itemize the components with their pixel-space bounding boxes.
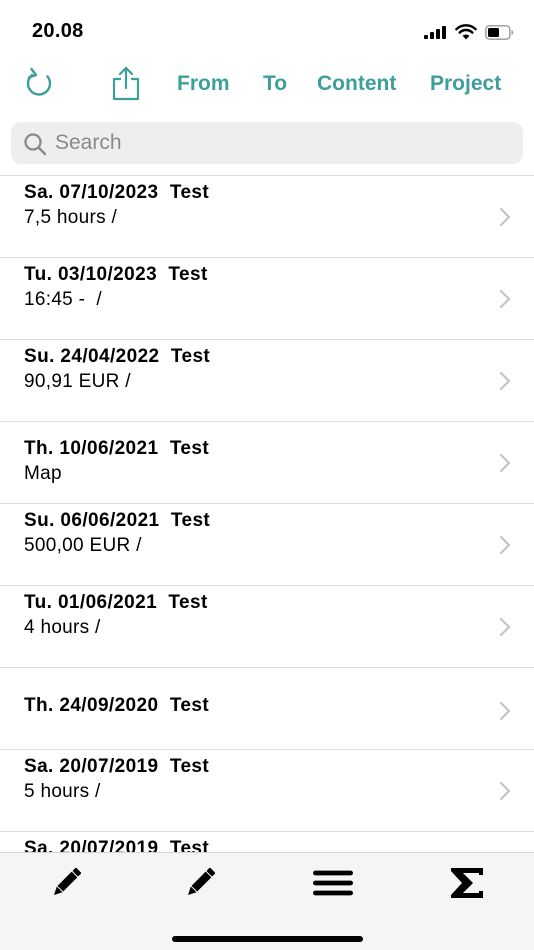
list-item[interactable]: Su. 24/04/2022 Test 90,91 EUR /	[0, 340, 534, 422]
sigma-icon[interactable]	[447, 865, 487, 901]
chevron-right-icon	[499, 371, 511, 391]
entry-title: Th. 24/09/2020 Test	[24, 695, 210, 716]
status-time: 20.08	[32, 20, 84, 42]
home-indicator	[172, 936, 363, 942]
entry-subtitle: 7,5 hours /	[24, 207, 118, 228]
entry-list: Sa. 07/10/2023 Test 7,5 hours / Tu. 03/1…	[0, 175, 534, 852]
chevron-right-icon	[499, 617, 511, 637]
refresh-icon[interactable]	[22, 64, 56, 102]
bottom-toolbar	[0, 852, 534, 950]
entry-subtitle: 90,91 EUR /	[24, 371, 131, 392]
entry-subtitle: 4 hours /	[24, 617, 101, 638]
project-button[interactable]: Project	[430, 72, 501, 96]
search-bar[interactable]	[11, 122, 523, 164]
chevron-right-icon	[499, 701, 511, 721]
entry-subtitle: 500,00 EUR /	[24, 535, 142, 556]
list-item[interactable]: Su. 06/06/2021 Test 500,00 EUR /	[0, 504, 534, 586]
chevron-right-icon	[499, 535, 511, 555]
entry-subtitle: 16:45 - /	[24, 289, 102, 310]
entry-subtitle: Map	[24, 463, 62, 484]
list-item[interactable]: Th. 10/06/2021 Test Map	[0, 422, 534, 504]
cellular-signal-icon	[424, 26, 448, 39]
search-icon	[24, 133, 47, 156]
chevron-right-icon	[499, 289, 511, 309]
status-bar: 20.08	[0, 0, 534, 60]
entry-title: Sa. 07/10/2023 Test	[24, 182, 210, 203]
search-input[interactable]	[55, 122, 515, 164]
content-button[interactable]: Content	[317, 72, 396, 96]
pencil-icon[interactable]	[180, 865, 220, 901]
list-item[interactable]: Tu. 01/06/2021 Test 4 hours /	[0, 586, 534, 668]
wifi-icon	[455, 24, 477, 40]
to-button[interactable]: To	[263, 72, 287, 96]
chevron-right-icon	[499, 453, 511, 473]
entry-title: Su. 06/06/2021 Test	[24, 510, 211, 531]
list-item[interactable]: Tu. 03/10/2023 Test 16:45 - /	[0, 258, 534, 340]
menu-icon[interactable]	[313, 865, 353, 901]
entry-title: Su. 24/04/2022 Test	[24, 346, 211, 367]
list-item[interactable]: Th. 24/09/2020 Test	[0, 668, 534, 750]
entry-subtitle: 5 hours /	[24, 781, 101, 802]
entry-title: Sa. 20/07/2019 Test	[24, 756, 210, 777]
list-item[interactable]: Sa. 07/10/2023 Test 7,5 hours /	[0, 176, 534, 258]
toolbar: From To Content Project	[0, 64, 534, 106]
list-item[interactable]: Sa. 20/07/2019 Test 5 hours /	[0, 750, 534, 832]
share-icon[interactable]	[109, 64, 143, 102]
entry-title: Sa. 20/07/2019 Test	[24, 838, 210, 852]
list-item[interactable]: Sa. 20/07/2019 Test	[0, 832, 534, 852]
entry-title: Tu. 03/10/2023 Test	[24, 264, 208, 285]
entry-title: Th. 10/06/2021 Test	[24, 438, 210, 459]
battery-icon	[485, 25, 514, 40]
pencil-icon[interactable]	[46, 865, 86, 901]
chevron-right-icon	[499, 207, 511, 227]
entry-title: Tu. 01/06/2021 Test	[24, 592, 208, 613]
from-button[interactable]: From	[177, 72, 230, 96]
chevron-right-icon	[499, 781, 511, 801]
